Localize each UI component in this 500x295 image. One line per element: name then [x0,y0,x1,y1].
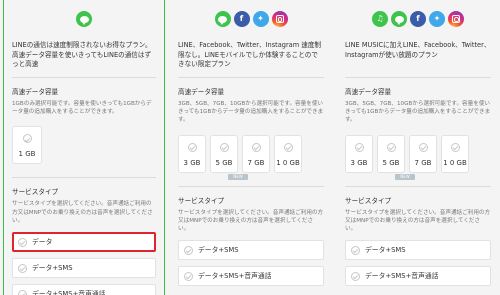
plan-icons: f ✦ [178,11,324,29]
capacity-option[interactable]: 7 GB [242,134,270,173]
service-option[interactable]: データ+SMS+音声通話 [12,284,156,295]
service-option[interactable]: データ+SMS [12,258,156,279]
check-icon [17,263,27,273]
service-subtitle: サービスタイプを選択してください。音声通話ご利用の方又はMNPでのお乗り換えの方… [178,209,324,233]
capacity-option[interactable]: 1 0 GB [441,134,469,173]
facebook-icon: f [233,11,250,27]
service-label: データ+SMS [198,246,239,255]
plan-icons [12,11,156,29]
service-label: データ+SMS+音声通話 [365,272,439,281]
check-icon [350,245,360,255]
service-option[interactable]: データ+SMS [178,240,324,261]
divider [178,77,324,78]
check-icon [251,142,261,152]
plan-card: ♫ f ✦ LINE MUSICに加えLINE、Facebook、Twitter、In… [337,0,499,295]
capacity-options: 3 GB 5 GB 7 GB 1 0 GB [345,134,491,173]
instagram-icon [271,11,288,27]
capacity-label: 1 GB [18,150,36,159]
service-title: サービスタイプ [12,188,59,197]
twitter-icon: ✦ [252,11,269,27]
new-badge: NEW [228,173,248,180]
line-icon [391,11,407,27]
capacity-options: 3 GB 5 GB 7 GB 1 0 GB [178,134,324,173]
check-icon [22,134,32,144]
plan-description: LINEの通信は速度制限されないお得なプラン。高速データ容量を使いきってもLIN… [12,41,152,69]
service-label: データ+SMS [365,246,406,255]
service-option[interactable]: データ+SMS [345,240,491,261]
capacity-label: 3 GB [183,158,201,167]
service-title: サービスタイプ [345,196,392,205]
capacity-label: 7 GB [247,158,265,167]
service-subtitle: サービスタイプを選択してください。音声通話ご利用の方又はMNPでのお乗り換えの方… [345,209,491,233]
divider [345,185,491,187]
divider [345,77,491,78]
capacity-options: 1 GB [12,126,156,165]
service-label: データ [32,238,53,247]
service-option[interactable]: データ+SMS+音声通話 [345,266,491,287]
check-icon [219,142,229,152]
service-title: サービスタイプ [178,196,225,205]
capacity-option[interactable]: 1 GB [12,126,42,165]
instagram-icon [448,11,464,27]
check-icon [17,289,27,295]
capacity-title: 高速データ容量 [12,88,59,96]
divider [178,185,324,187]
service-option[interactable]: データ [12,232,156,253]
check-icon [386,142,396,152]
capacity-label: 5 GB [382,158,400,167]
capacity-title: 高速データ容量 [345,88,392,96]
plan-card: f ✦ LINE、Facebook、Twitter、Instagram 速度制限なし… [170,0,332,295]
capacity-title: 高速データ容量 [178,88,225,96]
capacity-subtitle: 1GBのみ選択可能です。容量を使いきっても1GBからデータ量の追加購入をすること… [12,101,152,116]
service-label: データ+SMS+音声通話 [32,290,106,295]
plan-list: LINEの通信は速度制限されないお得なプラン。高速データ容量を使いきってもLIN… [0,0,500,295]
facebook-icon: f [410,11,426,27]
check-icon [350,271,360,281]
capacity-label: 1 0 GB [276,158,300,167]
capacity-option[interactable]: 3 GB [178,134,206,173]
capacity-label: 1 0 GB [443,158,467,167]
check-icon [418,142,428,152]
service-label: データ+SMS [32,264,73,273]
capacity-option[interactable]: 5 GB [210,134,238,173]
divider [12,77,156,78]
divider [12,177,156,179]
capacity-option[interactable]: 7 GB [409,134,437,173]
check-icon [183,245,193,255]
check-icon [354,142,364,152]
service-label: データ+SMS+音声通話 [198,272,272,281]
capacity-option[interactable]: 3 GB [345,134,373,173]
twitter-icon: ✦ [429,11,445,27]
service-options: データ+SMS データ+SMS+音声通話 [178,240,324,287]
line-icon [76,11,92,27]
line-icon [214,11,231,27]
capacity-label: 5 GB [215,158,233,167]
capacity-subtitle: 3GB、5GB、7GB、10GBから選択可能です。容量を使いきっても1GBからデ… [345,101,491,124]
capacity-subtitle: 3GB、5GB、7GB、10GBから選択可能です。容量を使いきっても1GBからデ… [178,101,324,124]
capacity-option[interactable]: 5 GB [377,134,405,173]
capacity-label: 7 GB [414,158,432,167]
check-icon [17,237,27,247]
service-options: データデータ+SMS データ+SMS+音声通話 [12,232,156,295]
service-options: データ+SMS データ+SMS+音声通話 [345,240,491,287]
plan-card: LINEの通信は速度制限されないお得なプラン。高速データ容量を使いきってもLIN… [3,0,165,295]
plan-icons: ♫ f ✦ [345,11,491,29]
line-music-icon: ♫ [372,11,388,27]
capacity-label: 3 GB [350,158,368,167]
check-icon [187,142,197,152]
capacity-option[interactable]: 1 0 GB [274,134,302,173]
plan-description: LINE MUSICに加えLINE、Facebook、Twitter、Insta… [345,41,491,59]
service-subtitle: サービスタイプを選択してください。音声通話ご利用の方又はMNPでのお乗り換えの方… [12,201,153,224]
check-icon [183,271,193,281]
new-badge: NEW [395,173,415,180]
plan-description: LINE、Facebook、Twitter、Instagram 速度制限なし。L… [178,41,322,69]
check-icon [450,142,460,152]
service-option[interactable]: データ+SMS+音声通話 [178,266,324,287]
check-icon [283,142,293,152]
